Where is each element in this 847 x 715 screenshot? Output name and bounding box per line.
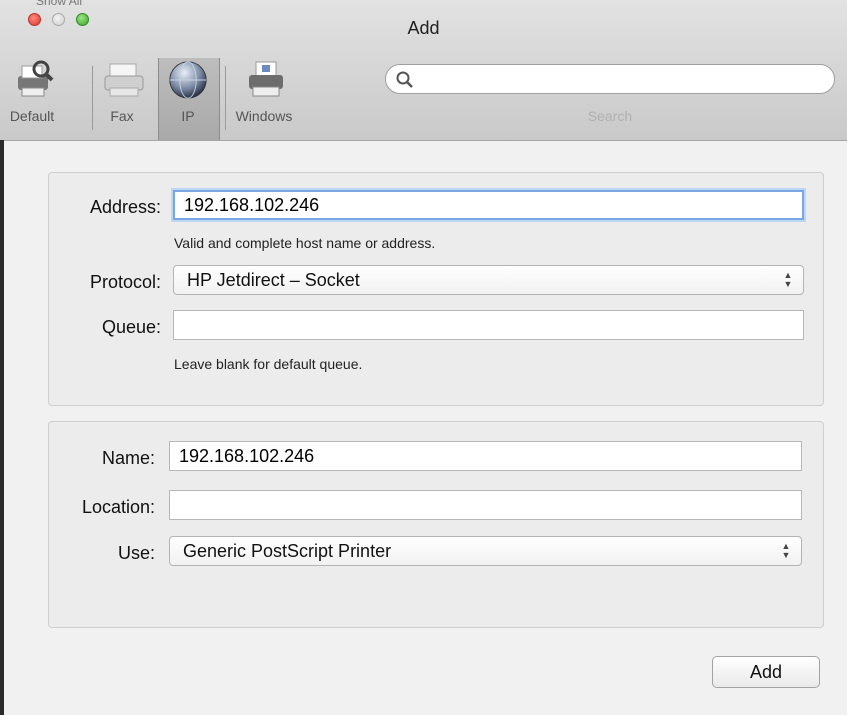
name-label: Name: bbox=[101, 448, 155, 468]
window-edge bbox=[0, 140, 4, 715]
use-value: Generic PostScript Printer bbox=[183, 541, 392, 561]
printer-info-panel: Name: Location: Use: Generic PostScript … bbox=[48, 421, 824, 628]
fax-icon bbox=[104, 63, 144, 97]
toolbar-windows[interactable]: Windows bbox=[234, 60, 294, 136]
name-field[interactable] bbox=[169, 441, 802, 471]
queue-field[interactable] bbox=[173, 310, 804, 340]
globe-icon bbox=[169, 61, 207, 99]
use-select[interactable]: Generic PostScript Printer ▲ ▼ bbox=[169, 536, 802, 566]
search-icon bbox=[396, 71, 413, 88]
toolbar-fax[interactable]: Fax bbox=[92, 60, 152, 136]
connection-panel: Address: Valid and complete host name or… bbox=[48, 172, 824, 406]
address-hint: Valid and complete host name or address. bbox=[174, 235, 436, 251]
use-label: Use: bbox=[117, 543, 155, 563]
address-field[interactable] bbox=[173, 190, 804, 220]
toolbar-separator bbox=[225, 66, 226, 130]
toolbar-label-ip: IP bbox=[181, 108, 195, 124]
toolbar-label-fax: Fax bbox=[110, 108, 134, 124]
window-title: Add bbox=[407, 18, 440, 38]
add-button[interactable]: Add bbox=[712, 656, 820, 688]
background-window-text: Show All bbox=[36, 0, 83, 8]
protocol-value: HP Jetdirect – Socket bbox=[187, 270, 360, 290]
address-label: Address: bbox=[89, 197, 161, 217]
toolbar-label-default: Default bbox=[9, 108, 55, 124]
queue-hint: Leave blank for default queue. bbox=[174, 356, 363, 372]
windows-printer-icon bbox=[249, 61, 283, 97]
search-field[interactable] bbox=[385, 64, 835, 94]
search-caption: Search bbox=[587, 108, 633, 124]
toolbar-ip[interactable]: IP bbox=[158, 60, 218, 136]
search-input[interactable] bbox=[422, 69, 826, 91]
protocol-label: Protocol: bbox=[89, 272, 161, 292]
toolbar-default[interactable]: Default bbox=[2, 60, 62, 136]
protocol-select[interactable]: HP Jetdirect – Socket ▲ ▼ bbox=[173, 265, 804, 295]
toolbar-label-windows: Windows bbox=[235, 108, 293, 124]
location-field[interactable] bbox=[169, 490, 802, 520]
toolbar-separator bbox=[92, 66, 93, 130]
queue-label: Queue: bbox=[101, 317, 161, 337]
select-stepper-icon: ▲ ▼ bbox=[781, 541, 791, 560]
window-titlebar: Show All Add Default Fax IP Windows Sear… bbox=[0, 0, 847, 141]
printer-magnifier-icon bbox=[18, 60, 54, 97]
location-label: Location: bbox=[81, 497, 155, 517]
select-stepper-icon: ▲ ▼ bbox=[783, 270, 793, 289]
